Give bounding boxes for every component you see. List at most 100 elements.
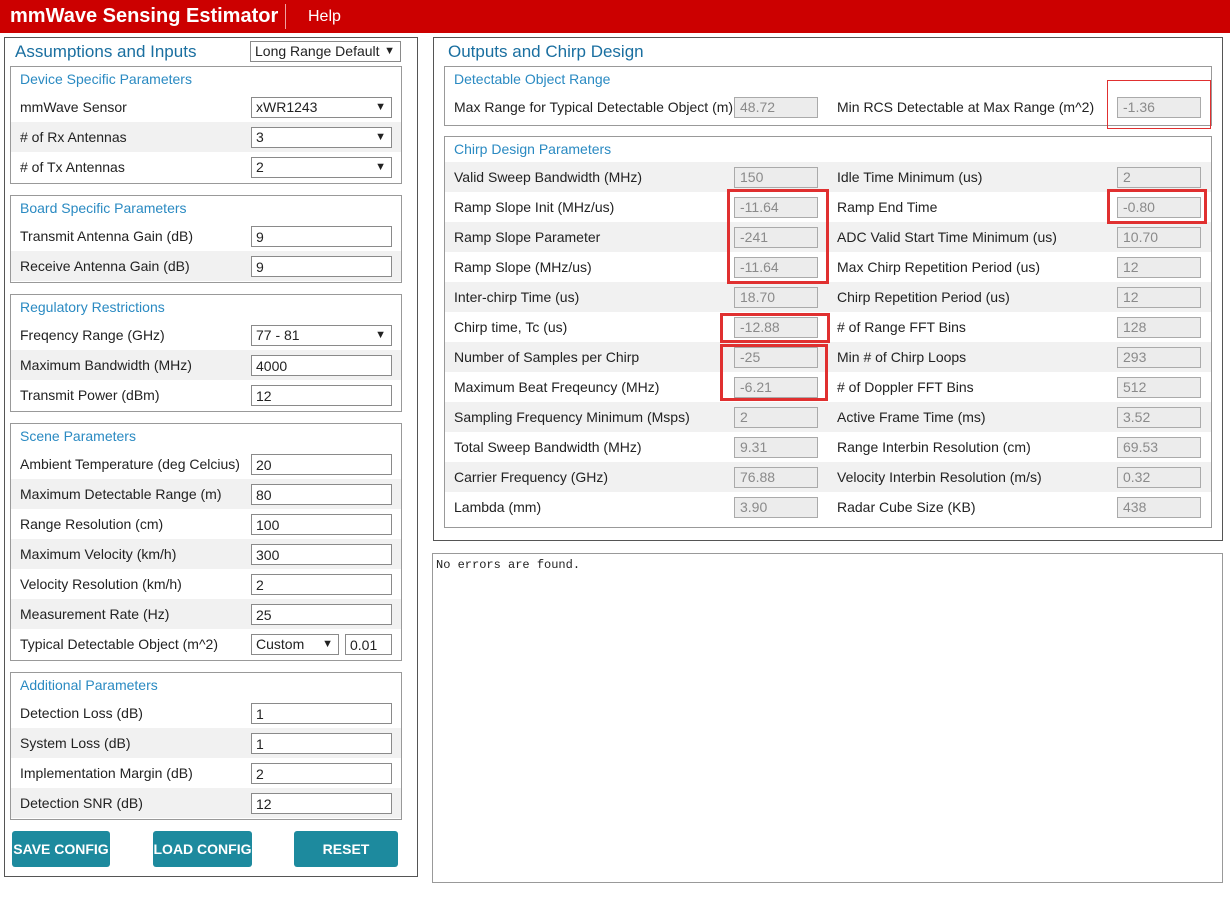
rx-antennas-value: 3 [256,129,264,145]
row-label: Transmit Power (dBm) [20,387,160,403]
frequency-range-select[interactable]: 77 - 81 ▼ [251,325,392,346]
row-tx-antennas: # of Tx Antennas 2 ▼ [11,152,401,182]
velocity-resolution-input[interactable] [251,574,392,595]
highlight-samples-beat [720,344,828,401]
max-range-label: Max Range for Typical Detectable Object … [454,99,734,115]
row-mmwave-sensor: mmWave Sensor xWR1243 ▼ [11,92,401,122]
chirp-left-label: Sampling Frequency Minimum (Msps) [454,409,690,425]
row-label: Implementation Margin (dB) [20,765,193,781]
highlight-ramp-end-time [1107,189,1207,224]
device-group-title: Device Specific Parameters [20,71,192,87]
chirp-left-label: Number of Samples per Chirp [454,349,640,365]
implementation-margin-input[interactable] [251,763,392,784]
chirp-row: Sampling Frequency Minimum (Msps) 2 Active… [445,402,1211,432]
top-bar: mmWave Sensing Estimator Help [0,0,1230,33]
reset-config-button[interactable]: RESET CONFIG [294,831,398,893]
tx-antennas-select[interactable]: 2 ▼ [251,157,392,178]
board-group: Board Specific Parameters Transmit Anten… [10,195,402,283]
chirp-right-output: 438 [1117,497,1201,518]
chirp-left-label: Chirp time, Tc (us) [454,319,568,335]
max-detectable-range-input[interactable] [251,484,392,505]
chirp-right-output: 12 [1117,257,1201,278]
chirp-right-label: Velocity Interbin Resolution (m/s) [837,469,1042,485]
chirp-left-label: Maximum Beat Freqeuncy (MHz) [454,379,660,395]
row-label: Maximum Velocity (km/h) [20,546,177,562]
chirp-right-output: 0.32 [1117,467,1201,488]
max-velocity-input[interactable] [251,544,392,565]
row-label: Measurement Rate (Hz) [20,606,170,622]
row-label: Detection SNR (dB) [20,795,143,811]
chirp-right-output: 12 [1117,287,1201,308]
save-config-button[interactable]: SAVE CONFIG [12,831,110,867]
assumptions-panel: Assumptions and Inputs Long Range Defaul… [4,37,418,877]
chirp-right-label: Idle Time Minimum (us) [837,169,983,185]
max-bandwidth-input[interactable] [251,355,392,376]
row-label: Receive Antenna Gain (dB) [20,258,190,274]
chirp-left-output: 76.88 [734,467,818,488]
chirp-left-label: Ramp Slope Parameter [454,229,601,245]
chirp-right-label: # of Doppler FFT Bins [837,379,974,395]
range-resolution-input[interactable] [251,514,392,535]
app-title: mmWave Sensing Estimator [0,4,286,29]
chirp-right-label: Min # of Chirp Loops [837,349,967,365]
detection-snr-input[interactable] [251,793,392,814]
chirp-row: Inter-chirp Time (us) 18.70 Chirp Repetiti… [445,282,1211,312]
row-label: Transmit Antenna Gain (dB) [20,228,194,244]
row-tx-gain: Transmit Antenna Gain (dB) [11,221,401,251]
assumptions-title: Assumptions and Inputs [15,42,197,61]
row-label: # of Tx Antennas [20,159,125,175]
row-rx-antennas: # of Rx Antennas 3 ▼ [11,122,401,152]
chirp-left-output: 18.70 [734,287,818,308]
highlight-chirp-time [720,313,830,343]
row-implementation-margin: Implementation Margin (dB) [11,758,401,788]
board-group-title: Board Specific Parameters [20,200,187,216]
chirp-right-label: ADC Valid Start Time Minimum (us) [837,229,1057,245]
outputs-panel: Outputs and Chirp Design Detectable Obje… [433,37,1223,541]
chevron-down-icon: ▼ [375,329,386,341]
chirp-right-label: Max Chirp Repetition Period (us) [837,259,1041,275]
additional-group: Additional Parameters Detection Loss (dB… [10,672,402,820]
system-loss-input[interactable] [251,733,392,754]
load-config-button[interactable]: LOAD CONFIG [153,831,252,867]
chirp-right-output: 2 [1117,167,1201,188]
detectable-group: Detectable Object Range Max Range for Ty… [444,66,1212,126]
row-detection-loss: Detection Loss (dB) [11,698,401,728]
outputs-title: Outputs and Chirp Design [448,42,644,61]
detection-loss-input[interactable] [251,703,392,724]
min-rcs-label: Min RCS Detectable at Max Range (m^2) [837,99,1095,115]
scene-group-title: Scene Parameters [20,428,136,444]
chirp-right-label: # of Range FFT Bins [837,319,966,335]
row-label: mmWave Sensor [20,99,127,115]
typical-object-custom-input[interactable] [345,634,392,655]
rx-gain-input[interactable] [251,256,392,277]
additional-group-title: Additional Parameters [20,677,158,693]
chirp-left-output: 150 [734,167,818,188]
chirp-row: Carrier Frequency (GHz) 76.88 Velocity Int… [445,462,1211,492]
chirp-right-output: 128 [1117,317,1201,338]
ambient-temperature-input[interactable] [251,454,392,475]
measurement-rate-input[interactable] [251,604,392,625]
chirp-left-label: Inter-chirp Time (us) [454,289,580,305]
row-label: Detection Loss (dB) [20,705,143,721]
max-range-output: 48.72 [734,97,818,118]
typical-object-select[interactable]: Custom ▼ [251,634,339,655]
row-system-loss: System Loss (dB) [11,728,401,758]
row-measurement-rate: Measurement Rate (Hz) [11,599,401,629]
sensor-select[interactable]: xWR1243 ▼ [251,97,392,118]
tx-gain-input[interactable] [251,226,392,247]
chevron-down-icon: ▼ [375,161,386,173]
preset-select[interactable]: Long Range Default ▼ [250,41,401,62]
frequency-range-value: 77 - 81 [256,327,300,343]
chirp-right-label: Range Interbin Resolution (cm) [837,439,1031,455]
chirp-right-output: 69.53 [1117,437,1201,458]
chirp-left-label: Carrier Frequency (GHz) [454,469,609,485]
chirp-left-label: Valid Sweep Bandwidth (MHz) [454,169,643,185]
chirp-right-output: 10.70 [1117,227,1201,248]
transmit-power-input[interactable] [251,385,392,406]
detectable-group-title: Detectable Object Range [454,71,611,87]
rx-antennas-select[interactable]: 3 ▼ [251,127,392,148]
row-typical-object: Typical Detectable Object (m^2) Custom ▼ [11,629,401,659]
help-menu[interactable]: Help [286,8,341,26]
console-message: No errors are found. [436,558,581,572]
chirp-left-label: Total Sweep Bandwidth (MHz) [454,439,642,455]
